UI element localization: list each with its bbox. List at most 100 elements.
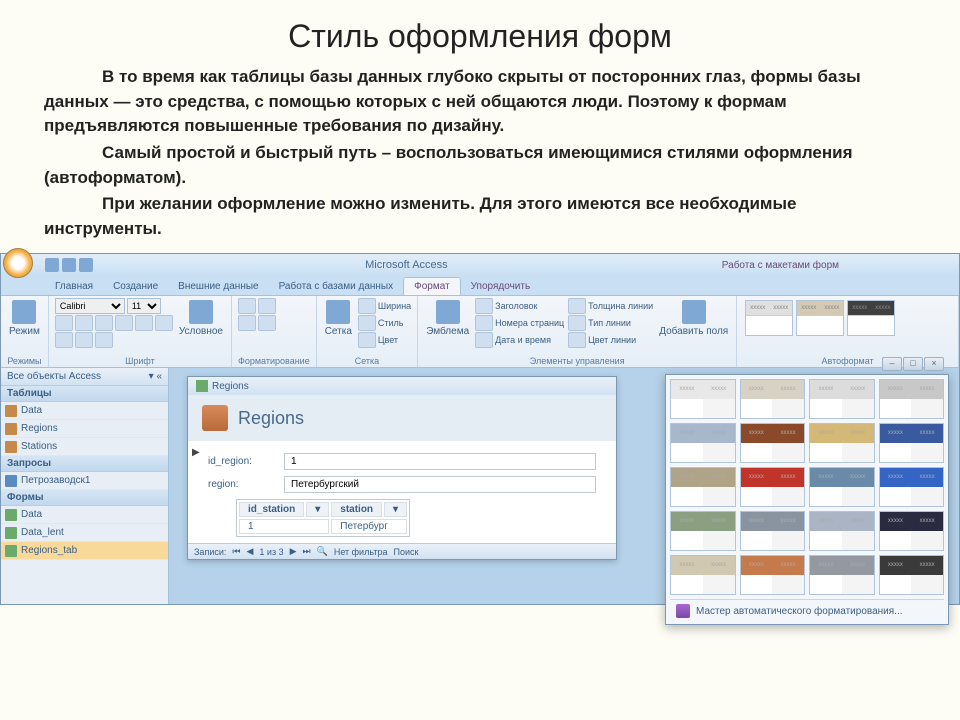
autoformat-style-thumb[interactable]: xxxxxxxxxx: [809, 511, 875, 551]
ribbon-group-controls: Эмблема Заголовок Номера страниц Дата и …: [418, 296, 737, 367]
format-btn[interactable]: [258, 315, 276, 331]
tab-arrange[interactable]: Упорядочить: [461, 278, 541, 295]
autoformat-style-thumb[interactable]: xxxxxxxxxx: [809, 379, 875, 419]
col-header[interactable]: station: [331, 502, 382, 517]
autoformat-thumb[interactable]: xxxxxxxxxx: [796, 300, 844, 336]
line-thickness-button[interactable]: [568, 298, 586, 314]
autoformat-style-thumb[interactable]: xxxxxxxxxx: [879, 511, 945, 551]
minimize-button[interactable]: –: [882, 357, 902, 371]
ribbon-group-modes: Режим Режимы: [1, 296, 49, 367]
recordnav-last[interactable]: ⏭: [303, 546, 311, 557]
autoformat-style-thumb[interactable]: xxxxxxxxxx: [670, 467, 736, 507]
header-checkbox[interactable]: [475, 298, 493, 314]
office-button[interactable]: [3, 248, 33, 278]
close-button[interactable]: ×: [924, 357, 944, 371]
view-mode-button[interactable]: Режим: [7, 298, 42, 339]
autoformat-style-thumb[interactable]: xxxxxxxxxx: [740, 467, 806, 507]
autoformat-style-thumb[interactable]: xxxxxxxxxx: [809, 423, 875, 463]
table-row[interactable]: 1Петербург: [239, 519, 407, 534]
autoformat-style-thumb[interactable]: xxxxxxxxxx: [879, 555, 945, 595]
conditional-format-button[interactable]: Условное: [177, 298, 225, 339]
recordnav-prev[interactable]: ◀: [246, 546, 253, 557]
autoformat-thumb[interactable]: xxxxxxxxxx: [847, 300, 895, 336]
nav-group-forms[interactable]: Формы: [1, 490, 168, 506]
align-center-button[interactable]: [135, 315, 153, 331]
align-left-button[interactable]: [115, 315, 133, 331]
line-color-button[interactable]: [568, 332, 586, 348]
underline-button[interactable]: [95, 315, 113, 331]
recordnav-filter[interactable]: Нет фильтра: [334, 547, 388, 557]
field-value-region[interactable]: Петербургский: [284, 476, 596, 493]
nav-item-form[interactable]: Regions_tab: [1, 542, 168, 560]
nav-pane-header[interactable]: Все объекты Access▾ «: [1, 368, 168, 386]
nav-item-form[interactable]: Data_lent: [1, 524, 168, 542]
recordnav-first[interactable]: ⏮: [232, 546, 240, 557]
col-header[interactable]: id_station: [239, 502, 304, 517]
tab-external-data[interactable]: Внешние данные: [168, 278, 268, 295]
align-right-button[interactable]: [155, 315, 173, 331]
bold-button[interactable]: [55, 315, 73, 331]
tab-database-tools[interactable]: Работа с базами данных: [269, 278, 404, 295]
add-fields-button[interactable]: Добавить поля: [657, 298, 730, 339]
font-name-select[interactable]: Calibri: [55, 298, 125, 314]
nav-item-table[interactable]: Data: [1, 402, 168, 420]
nav-group-queries[interactable]: Запросы: [1, 456, 168, 472]
maximize-button[interactable]: □: [903, 357, 923, 371]
fill-color-button[interactable]: [75, 332, 93, 348]
line-type-button[interactable]: [568, 315, 586, 331]
font-color-button[interactable]: [55, 332, 73, 348]
tab-format[interactable]: Формат: [403, 277, 461, 295]
nav-item-query[interactable]: Петрозаводск1: [1, 472, 168, 490]
autoformat-style-thumb[interactable]: xxxxxxxxxx: [879, 423, 945, 463]
font-size-select[interactable]: 11: [127, 298, 161, 314]
autoformat-style-thumb[interactable]: xxxxxxxxxx: [809, 467, 875, 507]
pagenum-checkbox[interactable]: [475, 315, 493, 331]
autoformat-style-thumb[interactable]: xxxxxxxxxx: [670, 379, 736, 419]
autoformat-style-thumb[interactable]: xxxxxxxxxx: [670, 423, 736, 463]
style-label: Стиль: [378, 318, 404, 328]
nav-item-table[interactable]: Regions: [1, 420, 168, 438]
format-btn[interactable]: [238, 315, 256, 331]
line-color-label: Цвет линии: [588, 335, 636, 345]
autoformat-thumb[interactable]: xxxxxxxxxx: [745, 300, 793, 336]
ribbon-group-font: Calibri 11: [49, 296, 232, 367]
style-button[interactable]: [358, 315, 376, 331]
autoformat-wizard-link[interactable]: Мастер автоматического форматирования...: [670, 599, 944, 620]
form-window: Regions Regions ▶ id_region: 1 region: П…: [187, 376, 617, 560]
nav-group-tables[interactable]: Таблицы: [1, 386, 168, 402]
qat-redo-icon[interactable]: [79, 258, 93, 272]
nav-item-table[interactable]: Stations: [1, 438, 168, 456]
autoformat-style-thumb[interactable]: xxxxxxxxxx: [879, 467, 945, 507]
field-value-id-region[interactable]: 1: [284, 453, 596, 470]
grid-button[interactable]: Сетка: [323, 298, 354, 339]
group-label: Элементы управления: [424, 355, 730, 366]
recordnav-next[interactable]: ▶: [290, 546, 297, 557]
italic-button[interactable]: [75, 315, 93, 331]
recordnav-search[interactable]: Поиск: [393, 547, 418, 557]
color-button[interactable]: [358, 332, 376, 348]
width-button[interactable]: [358, 298, 376, 314]
field-label-id-region: id_region:: [208, 456, 284, 467]
tab-create[interactable]: Создание: [103, 278, 168, 295]
autoformat-style-thumb[interactable]: xxxxxxxxxx: [740, 511, 806, 551]
format-btn[interactable]: [258, 298, 276, 314]
autoformat-style-thumb[interactable]: xxxxxxxxxx: [879, 379, 945, 419]
autoformat-style-thumb[interactable]: xxxxxxxxxx: [670, 555, 736, 595]
autoformat-style-thumb[interactable]: xxxxxxxxxx: [740, 379, 806, 419]
format-btn[interactable]: [238, 298, 256, 314]
nav-item-form[interactable]: Data: [1, 506, 168, 524]
form-window-titlebar[interactable]: Regions: [188, 377, 616, 395]
tab-home[interactable]: Главная: [45, 278, 103, 295]
datetime-checkbox[interactable]: [475, 332, 493, 348]
autoformat-style-thumb[interactable]: xxxxxxxxxx: [740, 423, 806, 463]
autoformat-style-thumb[interactable]: xxxxxxxxxx: [740, 555, 806, 595]
alt-color-button[interactable]: [95, 332, 113, 348]
autoformat-style-thumb[interactable]: xxxxxxxxxx: [809, 555, 875, 595]
qat-save-icon[interactable]: [45, 258, 59, 272]
chevron-down-icon[interactable]: ▾ «: [149, 371, 162, 382]
autoformat-gallery[interactable]: xxxxxxxxxx xxxxxxxxxx xxxxxxxxxx: [743, 298, 897, 338]
autoformat-style-thumb[interactable]: xxxxxxxxxx: [670, 511, 736, 551]
line-type-label: Тип линии: [588, 318, 631, 328]
emblem-button[interactable]: Эмблема: [424, 298, 471, 339]
qat-undo-icon[interactable]: [62, 258, 76, 272]
